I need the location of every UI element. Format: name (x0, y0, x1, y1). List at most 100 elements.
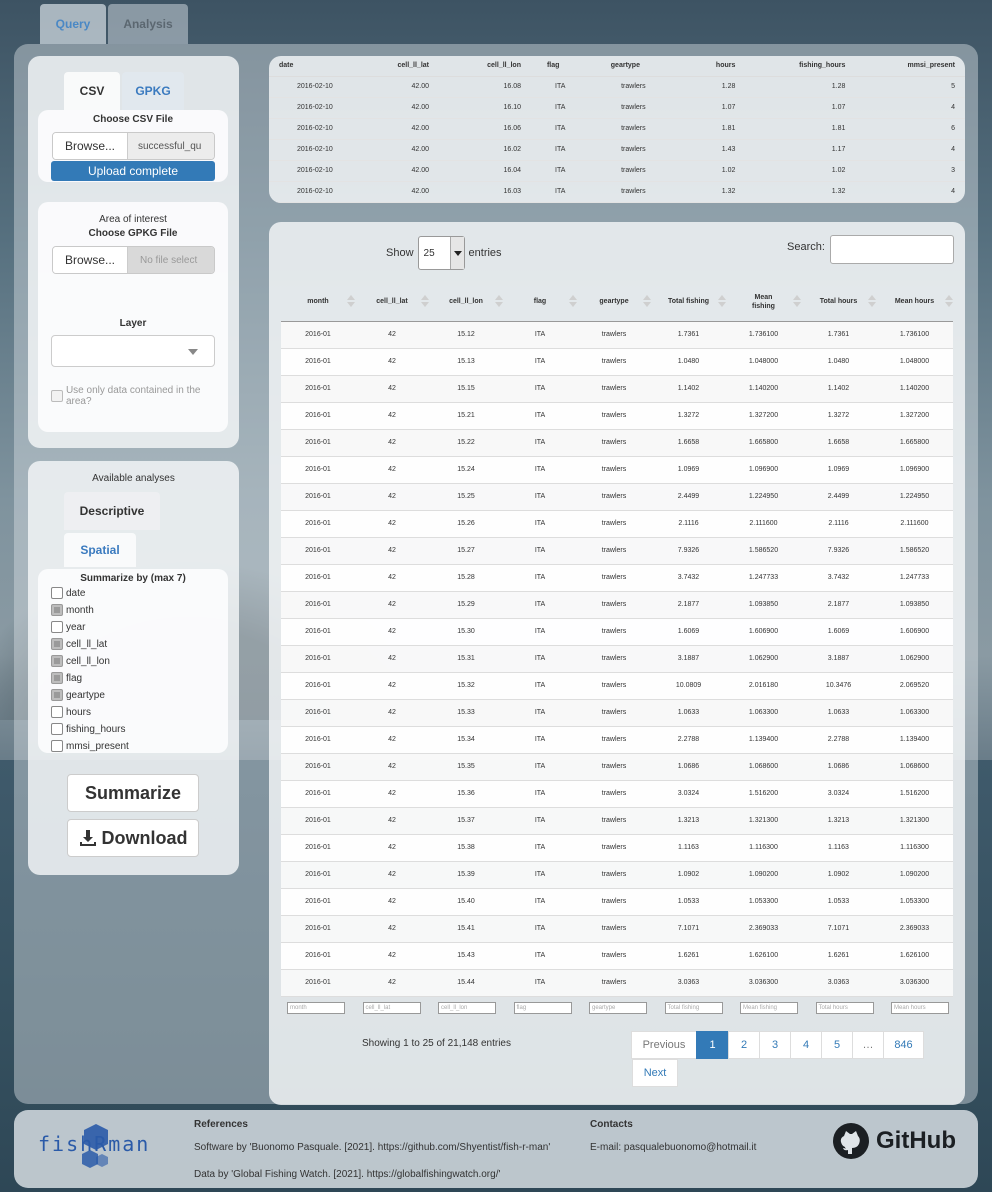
pagination-page-4[interactable]: 4 (790, 1031, 822, 1059)
area-label: Area of interest (99, 214, 167, 225)
csv-file-input[interactable]: Browse... successful_qu (52, 132, 215, 160)
column-header-cell-ll-lon[interactable]: cell_ll_lon (429, 283, 503, 322)
software-reference: Software by 'Buonomo Pasquale. [2021]. h… (194, 1142, 551, 1153)
table-row[interactable]: 2016-01 42 15.44 ITA trawlers 3.0363 3.036300 3… (281, 969, 953, 997)
tab-query[interactable]: Query (40, 4, 106, 44)
summarize-checkbox[interactable] (51, 638, 63, 650)
csv-browse-button[interactable]: Browse... (53, 133, 128, 159)
table-row[interactable]: 2016-01 42 15.27 ITA trawlers 7.9326 1.586520 7… (281, 537, 953, 565)
summarize-field-row[interactable]: fishing_hours (51, 723, 125, 735)
table-row[interactable]: 2016-01 42 15.28 ITA trawlers 3.7432 1.247733 3… (281, 564, 953, 592)
summarize-field-row[interactable]: mmsi_present (51, 740, 129, 752)
column-filter-input[interactable]: Mean fishing (740, 1002, 798, 1014)
gpkg-file-input[interactable]: Browse... No file select (52, 246, 215, 274)
pagination-next[interactable]: Next (632, 1059, 678, 1087)
tab-csv[interactable]: CSV (64, 72, 120, 110)
summarize-checkbox[interactable] (51, 672, 63, 684)
column-header-month[interactable]: month (281, 283, 355, 322)
table-cell: 42 (355, 321, 429, 349)
table-cell: 2016-01 (281, 969, 355, 997)
column-header-total-hours[interactable]: Total hours (801, 283, 876, 322)
summarize-field-row[interactable]: cell_ll_lon (51, 655, 110, 667)
table-cell: trawlers (577, 564, 651, 592)
summarize-checkbox[interactable] (51, 587, 63, 599)
table-row[interactable]: 2016-01 42 15.24 ITA trawlers 1.0969 1.096900 1… (281, 456, 953, 484)
summarize-field-row[interactable]: cell_ll_lat (51, 638, 107, 650)
search-input[interactable] (829, 235, 954, 264)
column-filter-input[interactable]: month (287, 1002, 345, 1014)
table-row[interactable]: 2016-01 42 15.43 ITA trawlers 1.6261 1.626100 1… (281, 942, 953, 970)
column-filter-input[interactable]: Total fishing (664, 1002, 723, 1014)
tab-analysis[interactable]: Analysis (108, 4, 188, 44)
table-cell: ITA (503, 969, 577, 997)
column-filter-input[interactable]: Mean hours (891, 1002, 949, 1014)
table-cell: 1.062900 (726, 645, 801, 673)
table-row[interactable]: 2016-01 42 15.37 ITA trawlers 1.3213 1.321300 1… (281, 807, 953, 835)
summarize-checkbox[interactable] (51, 689, 63, 701)
tab-descriptive[interactable]: Descriptive (64, 492, 160, 530)
pagination-page-1[interactable]: 1 (696, 1031, 729, 1059)
use-area-checkbox-row[interactable]: Use only data contained in the area? (51, 385, 228, 407)
table-row[interactable]: 2016-01 42 15.32 ITA trawlers 10.0809 2.016180… (281, 672, 953, 700)
column-header-geartype[interactable]: geartype (577, 283, 651, 322)
tab-spatial[interactable]: Spatial (64, 533, 136, 567)
tab-gpkg[interactable]: GPKG (122, 72, 184, 110)
table-row[interactable]: 2016-01 42 15.22 ITA trawlers 1.6658 1.665800 1… (281, 429, 953, 457)
table-row[interactable]: 2016-01 42 15.12 ITA trawlers 1.7361 1.736100 1… (281, 321, 953, 349)
entries-select[interactable]: 25 (417, 236, 465, 270)
table-row[interactable]: 2016-01 42 15.30 ITA trawlers 1.6069 1.606900 1… (281, 618, 953, 646)
table-row[interactable]: 2016-01 42 15.39 ITA trawlers 1.0902 1.090200 1… (281, 861, 953, 889)
table-cell: trawlers (577, 753, 651, 781)
table-row[interactable]: 2016-01 42 15.34 ITA trawlers 2.2788 1.139400 2… (281, 726, 953, 754)
pagination-page-3[interactable]: 3 (759, 1031, 791, 1059)
table-cell: trawlers (577, 915, 651, 943)
summarize-checkbox[interactable] (51, 740, 63, 752)
summarize-field-row[interactable]: flag (51, 672, 82, 684)
column-header-total-fishing[interactable]: Total fishing (651, 283, 726, 322)
summarize-field-row[interactable]: geartype (51, 689, 105, 701)
table-row[interactable]: 2016-01 42 15.29 ITA trawlers 2.1877 1.093850 2… (281, 591, 953, 619)
table-row[interactable]: 2016-01 42 15.21 ITA trawlers 1.3272 1.327200 1… (281, 402, 953, 430)
summarize-field-row[interactable]: date (51, 587, 85, 599)
pagination-page-last[interactable]: 846 (883, 1031, 924, 1059)
table-row[interactable]: 2016-01 42 15.25 ITA trawlers 2.4499 1.224950 2… (281, 483, 953, 511)
table-row[interactable]: 2016-01 42 15.13 ITA trawlers 1.0480 1.048000 1… (281, 348, 953, 376)
table-row[interactable]: 2016-01 42 15.41 ITA trawlers 7.1071 2.369033 7… (281, 915, 953, 943)
table-row[interactable]: 2016-01 42 15.33 ITA trawlers 1.0633 1.063300 1… (281, 699, 953, 727)
pagination-page-5[interactable]: 5 (821, 1031, 853, 1059)
github-link[interactable]: GitHub (832, 1122, 956, 1160)
contact-email[interactable]: E-mail: pasqualebuonomo@hotmail.it (590, 1142, 756, 1154)
table-row[interactable]: 2016-01 42 15.38 ITA trawlers 1.1163 1.116300 1… (281, 834, 953, 862)
column-header-mean-fishing[interactable]: Mean fishing (726, 283, 801, 322)
table-row[interactable]: 2016-01 42 15.26 ITA trawlers 2.1116 2.111600 2… (281, 510, 953, 538)
table-row[interactable]: 2016-01 42 15.36 ITA trawlers 3.0324 1.516200 3… (281, 780, 953, 808)
table-row[interactable]: 2016-01 42 15.40 ITA trawlers 1.0533 1.053300 1… (281, 888, 953, 916)
gpkg-browse-button[interactable]: Browse... (53, 247, 128, 273)
pagination-page-2[interactable]: 2 (728, 1031, 760, 1059)
summarize-button[interactable]: Summarize (67, 774, 199, 812)
summarize-field-row[interactable]: year (51, 621, 85, 633)
column-header-cell-ll-lat[interactable]: cell_ll_lat (355, 283, 429, 322)
summarize-checkbox[interactable] (51, 723, 63, 735)
table-row[interactable]: 2016-01 42 15.31 ITA trawlers 3.1887 1.062900 3… (281, 645, 953, 673)
table-cell: 42 (355, 753, 429, 781)
column-filter-input[interactable]: geartype (589, 1002, 647, 1014)
column-header-mean-hours[interactable]: Mean hours (876, 283, 953, 322)
summarize-checkbox[interactable] (51, 604, 63, 616)
table-row[interactable]: 2016-01 42 15.35 ITA trawlers 1.0686 1.068600 1… (281, 753, 953, 781)
summarize-field-row[interactable]: month (51, 604, 94, 616)
column-filter-input[interactable]: cell_ll_lon (438, 1002, 496, 1014)
download-button[interactable]: Download (67, 819, 199, 857)
summarize-field-row[interactable]: hours (51, 706, 91, 718)
column-filter-input[interactable]: Total hours (815, 1002, 874, 1014)
pagination-previous[interactable]: Previous (631, 1031, 697, 1059)
summarize-checkbox[interactable] (51, 621, 63, 633)
use-area-checkbox[interactable] (51, 390, 63, 402)
summarize-checkbox[interactable] (51, 655, 63, 667)
layer-select[interactable] (51, 335, 215, 367)
table-row[interactable]: 2016-01 42 15.15 ITA trawlers 1.1402 1.140200 1… (281, 375, 953, 403)
column-header-flag[interactable]: flag (503, 283, 577, 322)
column-filter-input[interactable]: flag (513, 1002, 572, 1014)
summarize-checkbox[interactable] (51, 706, 63, 718)
column-filter-input[interactable]: cell_ll_lat (362, 1002, 421, 1014)
